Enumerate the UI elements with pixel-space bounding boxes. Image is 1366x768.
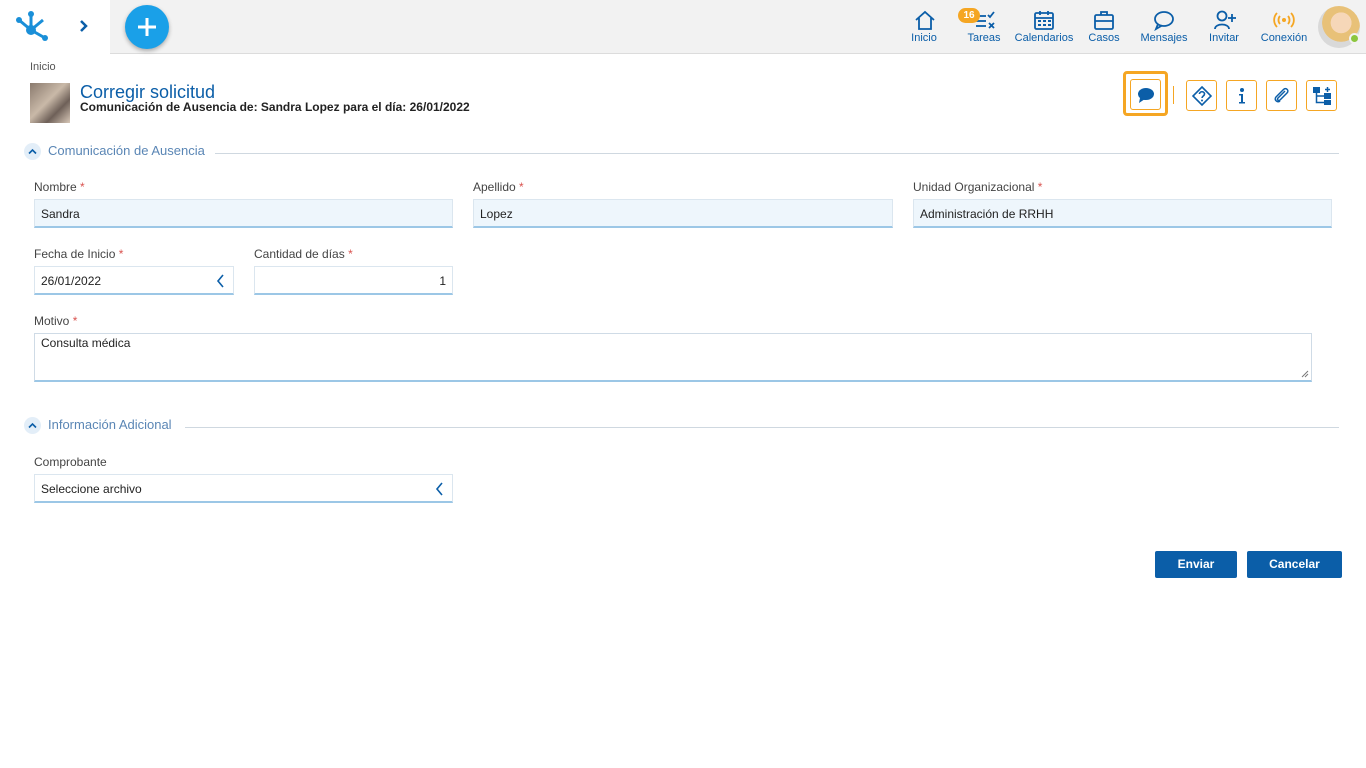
enviar-button[interactable]: Enviar [1155,551,1237,578]
top-navigation-bar: Inicio Tareas 16 Calendarios Casos Mensa… [0,0,1366,54]
motivo-label: Motivo * [34,314,78,328]
resize-grip-icon[interactable] [1301,370,1309,378]
nav-inicio[interactable]: Inicio [904,0,944,54]
fecha-value: 26/01/2022 [41,274,102,288]
collapse-toggle[interactable] [24,417,41,434]
comprobante-value: Seleccione archivo [41,482,142,496]
nav-label: Conexión [1260,32,1308,44]
cantidad-dias-field[interactable]: 1 [254,266,453,295]
nav-conexion[interactable]: Conexión [1258,0,1310,54]
process-map-button[interactable] [1306,80,1337,111]
help-icon [1192,86,1212,106]
cantidad-label: Cantidad de días * [254,247,353,261]
add-user-icon [1214,10,1236,30]
nav-casos[interactable]: Casos [1084,0,1124,54]
motivo-value: Consulta médica [41,336,131,350]
comment-icon [1138,88,1154,103]
plus-icon [138,18,156,36]
info-button[interactable] [1226,80,1257,111]
process-map-icon [1313,87,1331,105]
section-adicional-header[interactable]: Información Adicional [24,417,184,434]
section-ausencia-header[interactable]: Comunicación de Ausencia [24,143,214,160]
nav-label: Calendarios [1014,32,1074,44]
wifi-signal-icon [1273,12,1295,28]
fecha-inicio-field[interactable]: 26/01/2022 [34,266,234,295]
toolbar-separator [1173,86,1174,104]
attachment-icon [1274,87,1289,103]
nav-label: Casos [1088,32,1120,44]
attachment-button[interactable] [1266,80,1297,111]
collapse-toggle[interactable] [24,143,41,160]
unidad-organizacional-field[interactable]: Administración de RRHH [913,199,1332,228]
briefcase-icon [1094,11,1114,30]
create-new-button[interactable] [125,5,169,49]
help-button[interactable] [1186,80,1217,111]
calendar-icon [1034,11,1054,30]
required-mark: * [348,247,353,261]
logo-area [0,0,110,54]
tasks-count-badge: 16 [958,8,980,23]
online-status-indicator [1349,33,1360,44]
page-subtitle: Comunicación de Ausencia de: Sandra Lope… [80,100,470,114]
unidad-label: Unidad Organizacional * [913,180,1043,194]
section-divider [185,427,1339,428]
comprobante-label: Comprobante [34,455,107,469]
nombre-label: Nombre * [34,180,85,194]
comment-button[interactable] [1130,79,1161,110]
file-select-chevron-icon[interactable] [435,482,444,496]
required-mark: * [118,247,124,261]
nav-calendarios[interactable]: Calendarios [1014,0,1074,54]
nav-invitar[interactable]: Invitar [1204,0,1244,54]
fecha-label: Fecha de Inicio * [34,247,124,261]
nav-label: Invitar [1209,32,1239,44]
nav-label: Tareas [967,32,1001,44]
process-thumbnail-image [30,83,70,123]
required-mark: * [1037,180,1043,194]
comprobante-file-field[interactable]: Seleccione archivo [34,474,453,503]
required-mark: * [72,314,78,328]
nombre-field[interactable]: Sandra [34,199,453,228]
cancelar-button[interactable]: Cancelar [1247,551,1342,578]
required-mark: * [519,180,524,194]
chevron-up-icon [28,422,37,429]
chevron-up-icon [28,148,37,155]
required-mark: * [80,180,85,194]
date-picker-chevron-icon[interactable] [216,274,225,288]
motivo-textarea[interactable]: Consulta médica [34,333,1312,382]
apellido-field[interactable]: Lopez [473,199,893,228]
nav-mensajes[interactable]: Mensajes [1138,0,1190,54]
expand-menu-chevron-icon[interactable] [76,16,92,36]
nav-label: Inicio [911,32,937,44]
app-logo-icon[interactable] [13,10,49,44]
info-icon [1239,88,1245,104]
section-title: Información Adicional [48,417,172,432]
section-title: Comunicación de Ausencia [48,143,205,158]
apellido-label: Apellido * [473,180,524,194]
section-divider [215,153,1339,154]
home-icon [915,10,935,30]
breadcrumb[interactable]: Inicio [30,61,56,73]
chat-icon [1154,11,1174,31]
nav-label: Mensajes [1140,32,1188,44]
